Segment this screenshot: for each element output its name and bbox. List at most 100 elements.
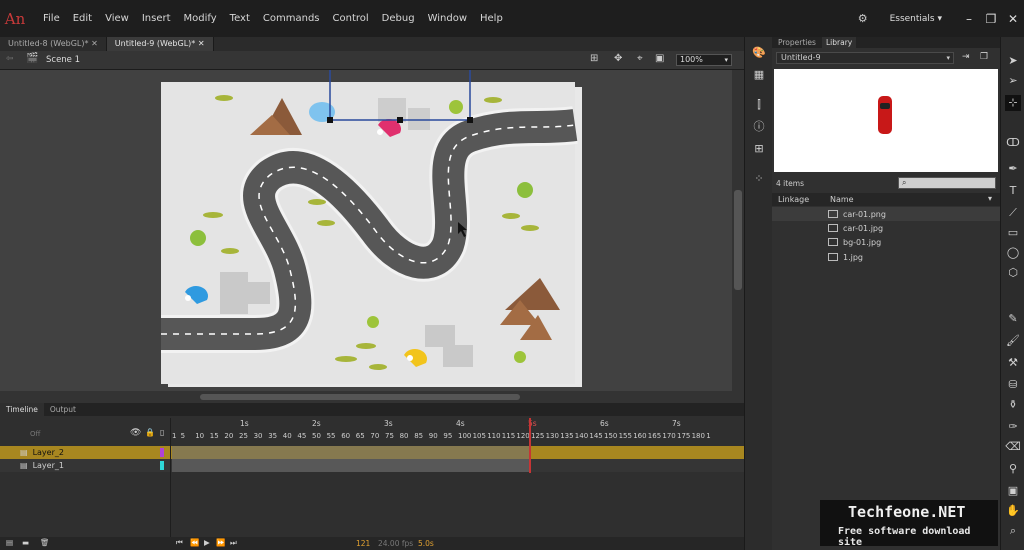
line-tool-icon[interactable]: ⟋ bbox=[1005, 205, 1021, 221]
menu-text[interactable]: Text bbox=[230, 13, 250, 24]
swatches-icon[interactable]: ▦ bbox=[751, 67, 767, 83]
tab-properties[interactable]: Properties bbox=[778, 38, 816, 47]
menu-debug[interactable]: Debug bbox=[382, 13, 415, 24]
column-name[interactable]: Name bbox=[830, 195, 854, 204]
onion-skin-off-label[interactable]: Off bbox=[30, 430, 40, 438]
text-tool-icon[interactable]: T bbox=[1005, 183, 1021, 199]
transform-icon[interactable]: ⊞ bbox=[751, 141, 767, 157]
color-icon[interactable]: 🎨 bbox=[751, 45, 767, 61]
frame-rate[interactable]: 24.00 fps bbox=[378, 539, 413, 548]
zoom-tool-icon[interactable]: ⌕ bbox=[1005, 523, 1021, 539]
tools-panel: ➤ ➢ ⊹ ↀ ✒ T ⟋ ▭ ◯ ⬡ ✎ 🖌 ⚒ ⛁ ⚱ ✑ ⌫ ⚲ ▣ ✋ … bbox=[1000, 37, 1024, 550]
pin-icon[interactable]: ⇥ bbox=[962, 52, 970, 62]
components-icon[interactable]: ⁘ bbox=[751, 171, 767, 187]
restore-button[interactable]: ❐ bbox=[980, 12, 1002, 26]
pencil-tool-icon[interactable]: ✎ bbox=[1005, 311, 1021, 327]
column-linkage[interactable]: Linkage bbox=[778, 195, 809, 204]
close-button[interactable]: ✕ bbox=[1002, 12, 1024, 26]
first-frame-icon[interactable]: ⏮ bbox=[176, 538, 183, 548]
polystar-tool-icon[interactable]: ⬡ bbox=[1005, 265, 1021, 281]
menu-view[interactable]: View bbox=[105, 13, 129, 24]
outline-icon[interactable]: ▯ bbox=[160, 428, 164, 437]
horizontal-scrollbar[interactable] bbox=[0, 391, 744, 403]
edit-scene-icon[interactable]: ⊞ bbox=[590, 53, 598, 64]
rectangle-tool-icon[interactable]: ▭ bbox=[1005, 225, 1021, 241]
clip-stage-icon[interactable]: ▣ bbox=[655, 53, 664, 64]
library-item-car-01-png[interactable]: car-01.png bbox=[772, 207, 1000, 221]
eye-icon[interactable]: 👁 bbox=[130, 428, 141, 438]
menu-help[interactable]: Help bbox=[480, 13, 503, 24]
lasso-icon[interactable]: ↀ bbox=[1005, 135, 1021, 151]
new-folder-icon[interactable]: ▬ bbox=[22, 538, 29, 547]
last-frame-icon[interactable]: ⏭ bbox=[230, 538, 237, 548]
eraser-icon[interactable]: ⌫ bbox=[1005, 439, 1021, 455]
ink-bottle-icon[interactable]: ⚱ bbox=[1005, 397, 1021, 413]
minimize-button[interactable]: – bbox=[958, 12, 980, 26]
current-frame[interactable]: 121 bbox=[356, 539, 370, 548]
delete-icon[interactable]: 🗑 bbox=[40, 538, 50, 547]
time-mark: 1s bbox=[240, 419, 249, 428]
info-icon[interactable]: ⓘ bbox=[751, 119, 767, 135]
subselection-tool-icon[interactable]: ➢ bbox=[1005, 73, 1021, 89]
eyedropper-icon[interactable]: ✑ bbox=[1005, 419, 1021, 435]
camera-icon[interactable]: ▣ bbox=[1005, 483, 1021, 499]
time-ruler[interactable]: 1s 2s 3s 4s 5s 6s 7s 1 5 10 15 20 25 30 35 40 45 5… bbox=[172, 418, 744, 446]
selection-tool-icon[interactable]: ➤ bbox=[1005, 53, 1021, 69]
doc-tab-untitled-8[interactable]: Untitled-8 (WebGL)* ✕ bbox=[0, 37, 107, 51]
library-item-bg-01-jpg[interactable]: bg-01.jpg bbox=[828, 235, 881, 249]
brush-tool-icon[interactable]: 🖌 bbox=[1005, 333, 1021, 349]
layer-name[interactable]: Layer_1 bbox=[33, 461, 64, 470]
play-icon[interactable]: ▶ bbox=[204, 538, 210, 547]
lock-icon[interactable]: 🔒 bbox=[145, 428, 155, 437]
frame-number: 65 bbox=[355, 432, 365, 440]
hand-tool-icon[interactable]: ✋ bbox=[1005, 503, 1021, 519]
library-item-car-01-jpg[interactable]: car-01.jpg bbox=[828, 221, 883, 235]
paint-bucket-icon[interactable]: ⛁ bbox=[1005, 377, 1021, 393]
new-layer-icon[interactable]: ▤ bbox=[6, 538, 13, 547]
align-icon[interactable]: ⫿ bbox=[751, 97, 767, 113]
menu-control[interactable]: Control bbox=[333, 13, 369, 24]
doc-tab-untitled-9[interactable]: Untitled-9 (WebGL)* ✕ bbox=[106, 37, 214, 51]
layer-name[interactable]: Layer_2 bbox=[33, 448, 64, 457]
pen-tool-icon[interactable]: ✒ bbox=[1005, 161, 1021, 177]
playhead[interactable] bbox=[529, 418, 531, 473]
library-search[interactable]: ⌕ bbox=[898, 177, 996, 189]
stage-area[interactable] bbox=[0, 70, 732, 391]
back-arrow-icon[interactable]: ⇦ bbox=[6, 54, 14, 64]
chevron-down-icon[interactable]: ▾ bbox=[988, 194, 992, 203]
bone-tool-icon[interactable]: ⚒ bbox=[1005, 355, 1021, 371]
menu-edit[interactable]: Edit bbox=[73, 13, 92, 24]
sync-settings-icon[interactable]: ⚙ bbox=[858, 12, 868, 25]
free-transform-icon[interactable]: ⊹ bbox=[1005, 95, 1021, 111]
tab-output[interactable]: Output bbox=[44, 403, 82, 416]
new-library-icon[interactable]: ❐ bbox=[980, 52, 988, 62]
car-windshield bbox=[880, 103, 890, 109]
stage-canvas[interactable] bbox=[0, 70, 732, 391]
time-mark: 6s bbox=[600, 419, 609, 428]
zoom-field[interactable]: 100% ▾ bbox=[676, 54, 732, 66]
layer-icon: ▤ bbox=[20, 461, 28, 470]
edit-symbol-icon[interactable]: ✥ bbox=[614, 53, 622, 64]
menu-window[interactable]: Window bbox=[428, 13, 467, 24]
width-tool-icon[interactable]: ⚲ bbox=[1005, 461, 1021, 477]
frame-span[interactable] bbox=[172, 446, 530, 472]
prev-frame-icon[interactable]: ⏪ bbox=[190, 538, 199, 547]
tab-close-icon[interactable]: ✕ bbox=[198, 39, 205, 48]
workspace-switcher[interactable]: Essentials ▾ bbox=[890, 14, 942, 24]
menu-insert[interactable]: Insert bbox=[142, 13, 171, 24]
tab-close-icon[interactable]: ✕ bbox=[91, 39, 98, 48]
center-stage-icon[interactable]: ⌖ bbox=[637, 53, 643, 64]
tab-library[interactable]: Library bbox=[822, 37, 857, 48]
library-item-1-jpg[interactable]: 1.jpg bbox=[828, 250, 863, 264]
scene-name[interactable]: Scene 1 bbox=[46, 55, 80, 65]
oval-tool-icon[interactable]: ◯ bbox=[1005, 245, 1021, 261]
menu-file[interactable]: File bbox=[43, 13, 60, 24]
vertical-scrollbar[interactable] bbox=[732, 70, 744, 391]
menu-commands[interactable]: Commands bbox=[263, 13, 320, 24]
panel-tabs: Properties Library bbox=[772, 37, 1000, 48]
library-document-select[interactable]: Untitled-9 ▾ bbox=[776, 52, 954, 64]
zoom-value: 100% bbox=[680, 55, 703, 64]
tab-timeline[interactable]: Timeline bbox=[0, 403, 44, 416]
menu-modify[interactable]: Modify bbox=[184, 13, 217, 24]
next-frame-icon[interactable]: ⏩ bbox=[216, 538, 225, 547]
